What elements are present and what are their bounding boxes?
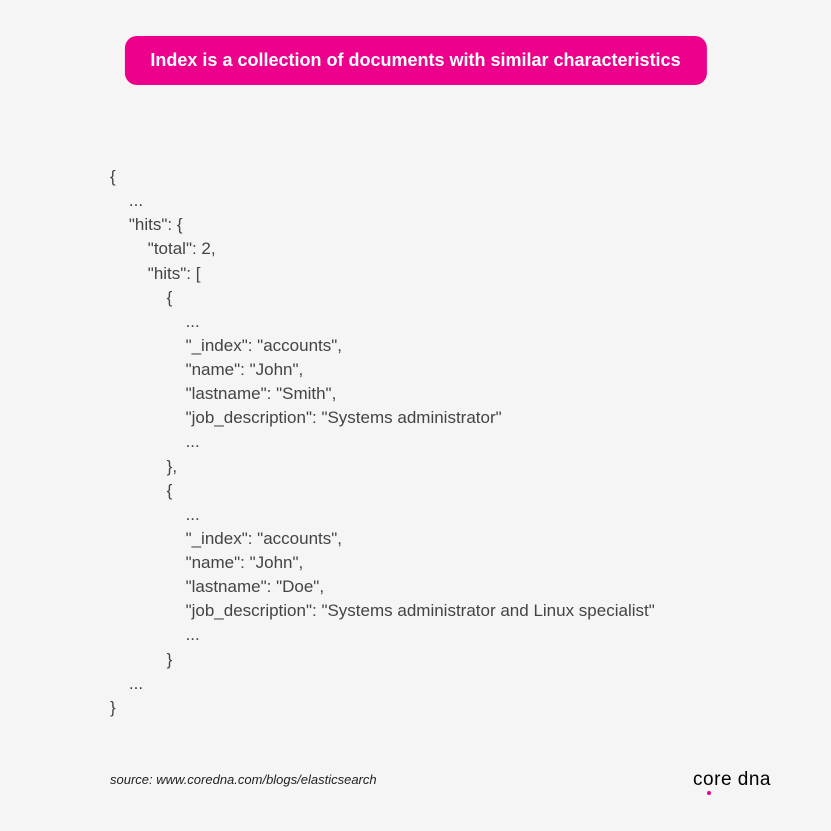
source-citation: source: www.coredna.com/blogs/elasticsea… (110, 772, 377, 787)
coredna-logo: core dna (693, 769, 771, 791)
banner-heading: Index is a collection of documents with … (124, 36, 706, 85)
code-block: { ... "hits": { "total": 2, "hits": [ { … (110, 165, 751, 720)
